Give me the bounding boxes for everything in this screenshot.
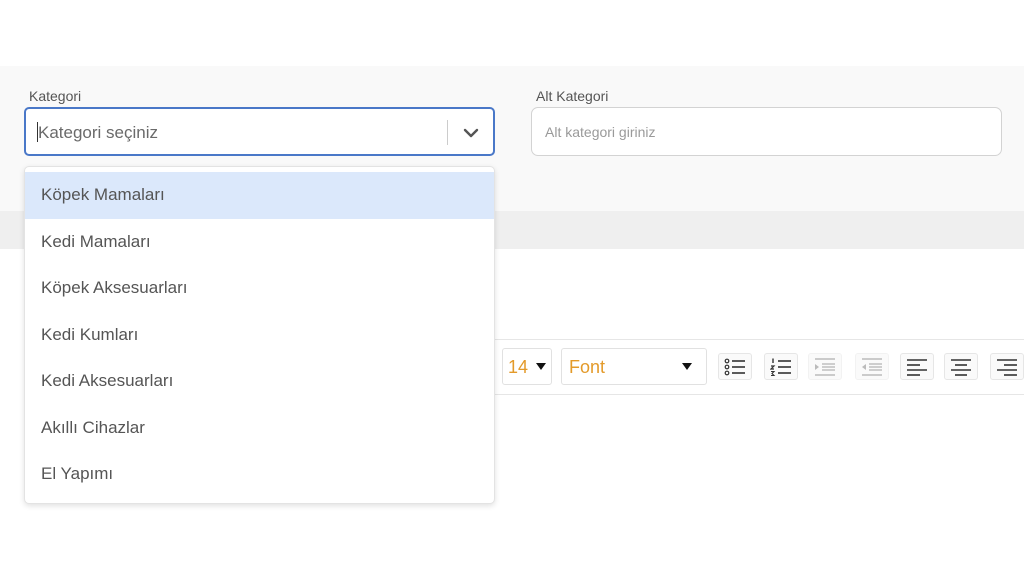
font-family-value: Font [569, 357, 606, 377]
outdent-button[interactable] [855, 353, 889, 380]
font-size-select[interactable]: 14 [502, 348, 552, 385]
category-dropdown-menu: Köpek Mamaları Kedi Mamaları Köpek Akses… [24, 166, 495, 504]
ordered-list-icon [770, 358, 791, 377]
select-separator [447, 120, 448, 145]
indent-button[interactable] [808, 353, 842, 380]
caret-down-icon [536, 363, 546, 370]
category-select[interactable]: Kategori seçiniz [24, 107, 495, 156]
dropdown-option[interactable]: El Yapımı [25, 451, 494, 498]
category-label: Kategori [29, 88, 82, 104]
font-size-value: 14 [508, 357, 529, 377]
dropdown-option[interactable]: Akıllı Cihazlar [25, 405, 494, 452]
dropdown-option[interactable]: Köpek Aksesuarları [25, 265, 494, 312]
align-right-button[interactable] [990, 353, 1024, 380]
font-family-select[interactable]: Font [561, 348, 707, 385]
category-select-placeholder: Kategori seçiniz [38, 123, 159, 142]
outdent-icon [862, 358, 882, 376]
indent-icon [815, 358, 835, 376]
subcategory-label: Alt Kategori [536, 88, 609, 104]
chevron-down-icon[interactable] [460, 122, 482, 144]
unordered-list-icon [724, 358, 745, 376]
align-left-icon [907, 359, 927, 376]
align-center-icon [951, 359, 971, 376]
dropdown-option[interactable]: Kedi Aksesuarları [25, 358, 494, 405]
align-center-button[interactable] [944, 353, 978, 380]
dropdown-option[interactable]: Köpek Mamaları [25, 172, 494, 219]
dropdown-option[interactable]: Kedi Mamaları [25, 219, 494, 266]
unordered-list-button[interactable] [718, 353, 752, 380]
align-left-button[interactable] [900, 353, 934, 380]
subcategory-input[interactable] [531, 107, 1002, 156]
ordered-list-button[interactable] [764, 353, 798, 380]
caret-down-icon [682, 363, 692, 370]
align-right-icon [997, 359, 1017, 376]
dropdown-option[interactable]: Kedi Kumları [25, 312, 494, 359]
